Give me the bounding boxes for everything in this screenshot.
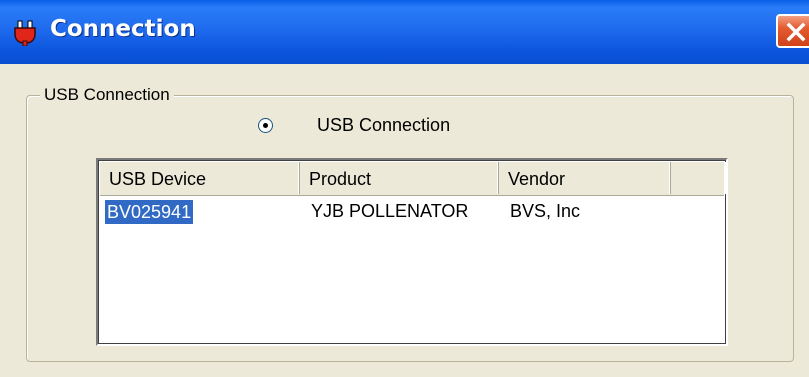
title-bar[interactable]: Connection [0,0,809,64]
usb-device-list[interactable]: USB Device Product Vendor BV025941 YJB P… [96,158,728,346]
column-header-vendor[interactable]: Vendor [499,162,671,194]
usb-connection-radio[interactable] [258,118,273,133]
list-header: USB Device Product Vendor [100,162,724,196]
usb-connection-radio-label[interactable]: USB Connection [317,115,450,136]
column-header-usb-device[interactable]: USB Device [100,162,300,194]
column-header-label: USB Device [109,169,207,189]
table-row[interactable]: BV025941 YJB POLLENATOR BVS, Inc [100,198,724,228]
close-button[interactable] [776,14,809,48]
groupbox-legend: USB Connection [40,85,174,105]
column-header-label: Product [309,169,372,189]
cell-vendor: BVS, Inc [510,201,581,221]
column-header-filler [671,162,726,194]
radio-selected-dot [263,123,268,128]
cell-usb-device[interactable]: BV025941 [105,200,194,224]
plug-icon [12,20,38,47]
window-title: Connection [50,16,196,42]
column-header-label: Vendor [508,169,566,189]
cell-product: YJB POLLENATOR [311,201,469,221]
close-icon [786,22,806,42]
column-header-product[interactable]: Product [300,162,499,194]
